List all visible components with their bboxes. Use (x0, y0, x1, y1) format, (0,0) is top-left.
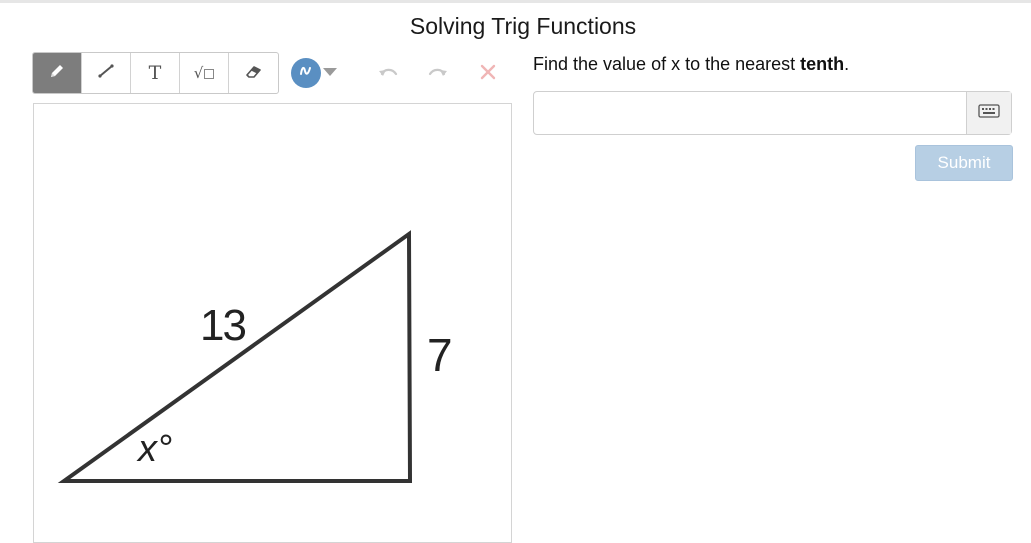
clear-icon (479, 63, 497, 86)
line-tool-button[interactable] (82, 53, 131, 93)
triangle-outline (57, 230, 413, 483)
keyboard-icon (978, 103, 1000, 123)
keyboard-button[interactable] (966, 92, 1011, 134)
drawing-toolbar: T √ (32, 52, 279, 94)
redo-button[interactable] (425, 61, 451, 87)
pencil-tool-button[interactable] (33, 53, 82, 93)
undo-button[interactable] (375, 61, 401, 87)
triangle-figure: 13 7 x° (57, 230, 453, 483)
redo-icon (427, 63, 449, 86)
text-tool-button[interactable]: T (131, 53, 180, 93)
submit-button[interactable]: Submit (915, 145, 1013, 181)
hypotenuse-label: 13 (200, 301, 245, 350)
question-prefix: Find the value of x to the nearest (533, 54, 801, 74)
page-title: Solving Trig Functions (409, 13, 637, 39)
question-suffix: . (844, 54, 850, 74)
answer-field (533, 91, 1012, 135)
opposite-side-label: 7 (427, 329, 453, 381)
sqrt-icon: √ (194, 64, 215, 82)
top-divider (0, 0, 1031, 3)
eraser-icon (245, 62, 263, 85)
pencil-icon (48, 62, 66, 85)
eraser-tool-button[interactable] (229, 53, 278, 93)
color-picker-button[interactable] (291, 58, 321, 88)
undo-icon (377, 63, 399, 86)
question-emphasis: tenth (800, 54, 845, 74)
clear-button[interactable] (475, 61, 501, 87)
drawing-canvas[interactable]: 13 7 x° (33, 103, 512, 543)
text-icon: T (148, 62, 162, 84)
color-picker-icon (298, 63, 314, 84)
answer-input[interactable] (534, 92, 966, 134)
question-text: Find the value of x to the nearest tenth… (533, 54, 849, 75)
angle-label: x° (136, 428, 172, 470)
math-tool-button[interactable]: √ (180, 53, 229, 93)
line-icon (97, 62, 115, 85)
color-dropdown-caret-icon[interactable] (323, 68, 337, 76)
